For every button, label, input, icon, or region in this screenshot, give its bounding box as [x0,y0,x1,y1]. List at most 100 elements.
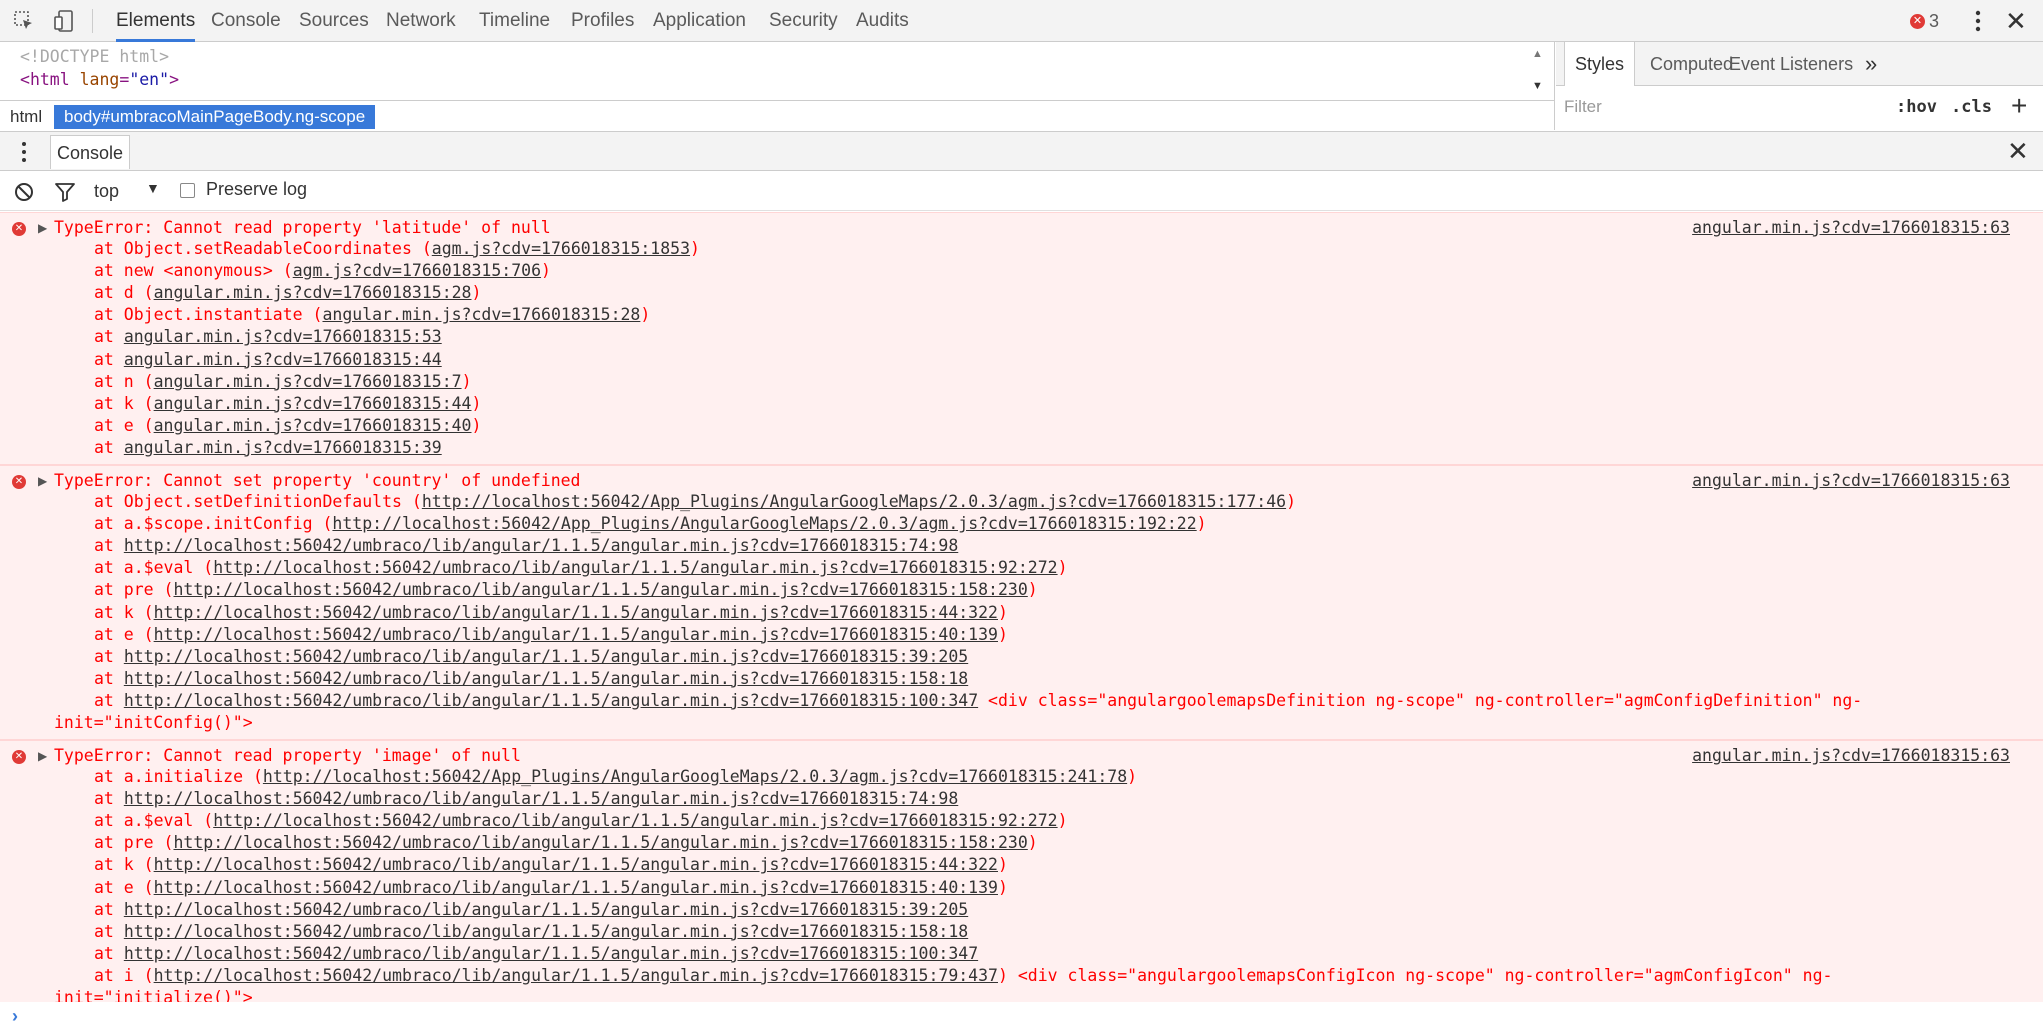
stack-frame-suffix: ) [998,624,1008,644]
stack-frame-link[interactable]: http://localhost:56042/umbraco/lib/angul… [124,922,968,941]
stack-frame-link[interactable]: http://localhost:56042/App_Plugins/Angul… [332,514,1196,533]
drawer-menu-icon[interactable] [16,140,32,169]
close-drawer-icon[interactable]: ✕ [2007,136,2029,167]
html-tag-name: html [29,70,70,89]
stack-frame-link[interactable]: http://localhost:56042/umbraco/lib/angul… [213,558,1057,577]
stack-frame-suffix: <div class="angulargoolemapsDefinition n… [978,690,1863,710]
stack-frame-link[interactable]: agm.js?cdv=1766018315:1853 [432,239,690,258]
dropdown-arrow-icon[interactable]: ▼ [146,180,160,196]
stack-frame-function: at [94,536,124,556]
stack-frame-link[interactable]: angular.min.js?cdv=1766018315:44 [124,350,442,369]
drawer-tab-console[interactable]: Console [50,135,131,169]
console-error-message[interactable]: ✕ ▶ TypeError: Cannot set property 'countr… [0,465,2043,741]
stack-frame-link[interactable]: http://localhost:56042/umbraco/lib/angul… [154,966,998,985]
tab-styles[interactable]: Styles [1564,42,1636,86]
tab-elements[interactable]: Elements [116,0,196,42]
stack-frame-suffix: ) [471,283,482,303]
stack-frame-link[interactable]: http://localhost:56042/umbraco/lib/angul… [124,669,968,688]
more-tabs-icon[interactable]: » [1865,42,1877,86]
scroll-down-arrow-icon[interactable]: ▼ [1532,80,1543,92]
stack-frame-link[interactable]: http://localhost:56042/umbraco/lib/angul… [124,789,958,808]
tab-sources[interactable]: Sources [299,0,369,42]
hov-toggle-button[interactable]: :hov [1896,97,1937,117]
stack-frame-function: at [94,327,124,347]
stack-frame-link[interactable]: angular.min.js?cdv=1766018315:53 [124,327,442,346]
stack-frame: at http://localhost:56042/umbraco/lib/an… [94,900,968,919]
stack-frame: at e (http://localhost:56042/umbraco/lib… [94,625,1008,644]
dom-doctype-line[interactable]: <!DOCTYPE html> [20,47,169,66]
styles-sidebar: Styles Computed Event Listeners » :hov .… [1556,42,2043,130]
stack-frame-link[interactable]: http://localhost:56042/umbraco/lib/angul… [124,691,978,710]
tab-audits[interactable]: Audits [856,0,909,42]
scroll-up-arrow-icon[interactable]: ▲ [1532,48,1543,60]
expand-triangle-icon[interactable]: ▶ [38,749,47,763]
tab-computed[interactable]: Computed [1650,42,1733,86]
stack-frame-link[interactable]: http://localhost:56042/umbraco/lib/angul… [154,855,998,874]
styles-tabbar: Styles Computed Event Listeners » [1556,42,2043,86]
expand-triangle-icon[interactable]: ▶ [38,221,47,235]
tab-application[interactable]: Application [653,0,746,42]
stack-frame-link[interactable]: angular.min.js?cdv=1766018315:7 [154,372,462,391]
breadcrumb: html body#umbracoMainPageBody.ng-scope [0,100,1554,130]
tab-console[interactable]: Console [211,0,281,42]
html-snippet-continuation: init="initialize()"> [54,988,253,1002]
inspect-element-icon[interactable] [10,7,38,35]
prompt-caret-icon: › [12,1006,18,1026]
execution-context-select[interactable]: top [94,179,119,203]
message-source-link[interactable]: angular.min.js?cdv=1766018315:63 [1692,471,2010,490]
stack-frame-link[interactable]: angular.min.js?cdv=1766018315:28 [154,283,472,302]
preserve-log-checkbox[interactable] [180,183,195,198]
tab-timeline[interactable]: Timeline [479,0,550,42]
cls-toggle-button[interactable]: .cls [1951,97,1992,117]
stack-frame: at Object.setReadableCoordinates (agm.js… [94,239,700,258]
stack-frame-link[interactable]: agm.js?cdv=1766018315:706 [293,261,541,280]
styles-filter-input[interactable] [1564,94,1844,120]
dom-html-line[interactable]: <html lang="en"> [20,70,179,89]
tab-event-listeners[interactable]: Event Listeners [1729,42,1853,86]
tab-network[interactable]: Network [386,0,456,42]
stack-frame-link[interactable]: http://localhost:56042/umbraco/lib/angul… [124,900,968,919]
device-toolbar-icon[interactable] [50,7,78,35]
stack-frame-link[interactable]: http://localhost:56042/App_Plugins/Angul… [422,492,1286,511]
breadcrumb-body[interactable]: body#umbracoMainPageBody.ng-scope [54,105,376,129]
preserve-log-label[interactable]: Preserve log [206,179,307,200]
filter-icon[interactable] [54,182,76,207]
stack-frame-link[interactable]: http://localhost:56042/umbraco/lib/angul… [213,811,1057,830]
stack-frame-link[interactable]: http://localhost:56042/App_Plugins/Angul… [263,767,1127,786]
stack-frame-link[interactable]: http://localhost:56042/umbraco/lib/angul… [124,536,958,555]
error-message-text: TypeError: Cannot read property 'latitud… [54,218,551,237]
elements-dom-tree: <!DOCTYPE html> <html lang="en"> ▲ ▼ htm… [0,42,1555,130]
breadcrumb-html[interactable]: html [0,105,52,129]
stack-frame-suffix: ) [461,371,472,391]
console-prompt[interactable]: › [0,1002,2043,1034]
tab-security[interactable]: Security [769,0,838,42]
console-error-message[interactable]: ✕ ▶ TypeError: Cannot read property 'latit… [0,212,2043,465]
stack-frame-link[interactable]: angular.min.js?cdv=1766018315:39 [124,438,442,457]
stack-frame-link[interactable]: http://localhost:56042/umbraco/lib/angul… [173,580,1027,599]
message-source-link[interactable]: angular.min.js?cdv=1766018315:63 [1692,218,2010,237]
stack-frame-suffix: ) [998,855,1008,875]
tab-profiles[interactable]: Profiles [571,0,634,42]
stack-frame-link[interactable]: http://localhost:56042/umbraco/lib/angul… [154,603,998,622]
stack-frame-function: at a.$eval ( [94,811,214,831]
stack-frame-link[interactable]: angular.min.js?cdv=1766018315:28 [322,305,640,324]
close-devtools-icon[interactable]: ✕ [2005,6,2027,37]
stack-frame: at new <anonymous> (agm.js?cdv=176601831… [94,261,551,280]
clear-console-icon[interactable] [14,182,34,207]
stack-frame-link[interactable]: http://localhost:56042/umbraco/lib/angul… [173,833,1027,852]
error-count-badge[interactable]: ✕ 3 [1910,10,1939,32]
stack-frame-suffix: ) [1127,767,1138,787]
stack-frame-link[interactable]: angular.min.js?cdv=1766018315:40 [154,416,472,435]
expand-triangle-icon[interactable]: ▶ [38,474,47,488]
stack-frame-link[interactable]: http://localhost:56042/umbraco/lib/angul… [154,878,998,897]
message-source-link[interactable]: angular.min.js?cdv=1766018315:63 [1692,746,2010,765]
stack-frame-function: at pre ( [94,833,174,853]
stack-frame-link[interactable]: angular.min.js?cdv=1766018315:44 [154,394,472,413]
stack-frame-link[interactable]: http://localhost:56042/umbraco/lib/angul… [124,647,968,666]
customize-menu-icon[interactable] [1966,8,1990,39]
stack-frame-link[interactable]: http://localhost:56042/umbraco/lib/angul… [154,625,998,644]
console-error-message[interactable]: ✕ ▶ TypeError: Cannot read property 'image… [0,740,2043,1002]
stack-frame-function: at [94,943,124,963]
new-style-rule-button[interactable]: + [2011,90,2027,122]
stack-frame-link[interactable]: http://localhost:56042/umbraco/lib/angul… [124,944,978,963]
